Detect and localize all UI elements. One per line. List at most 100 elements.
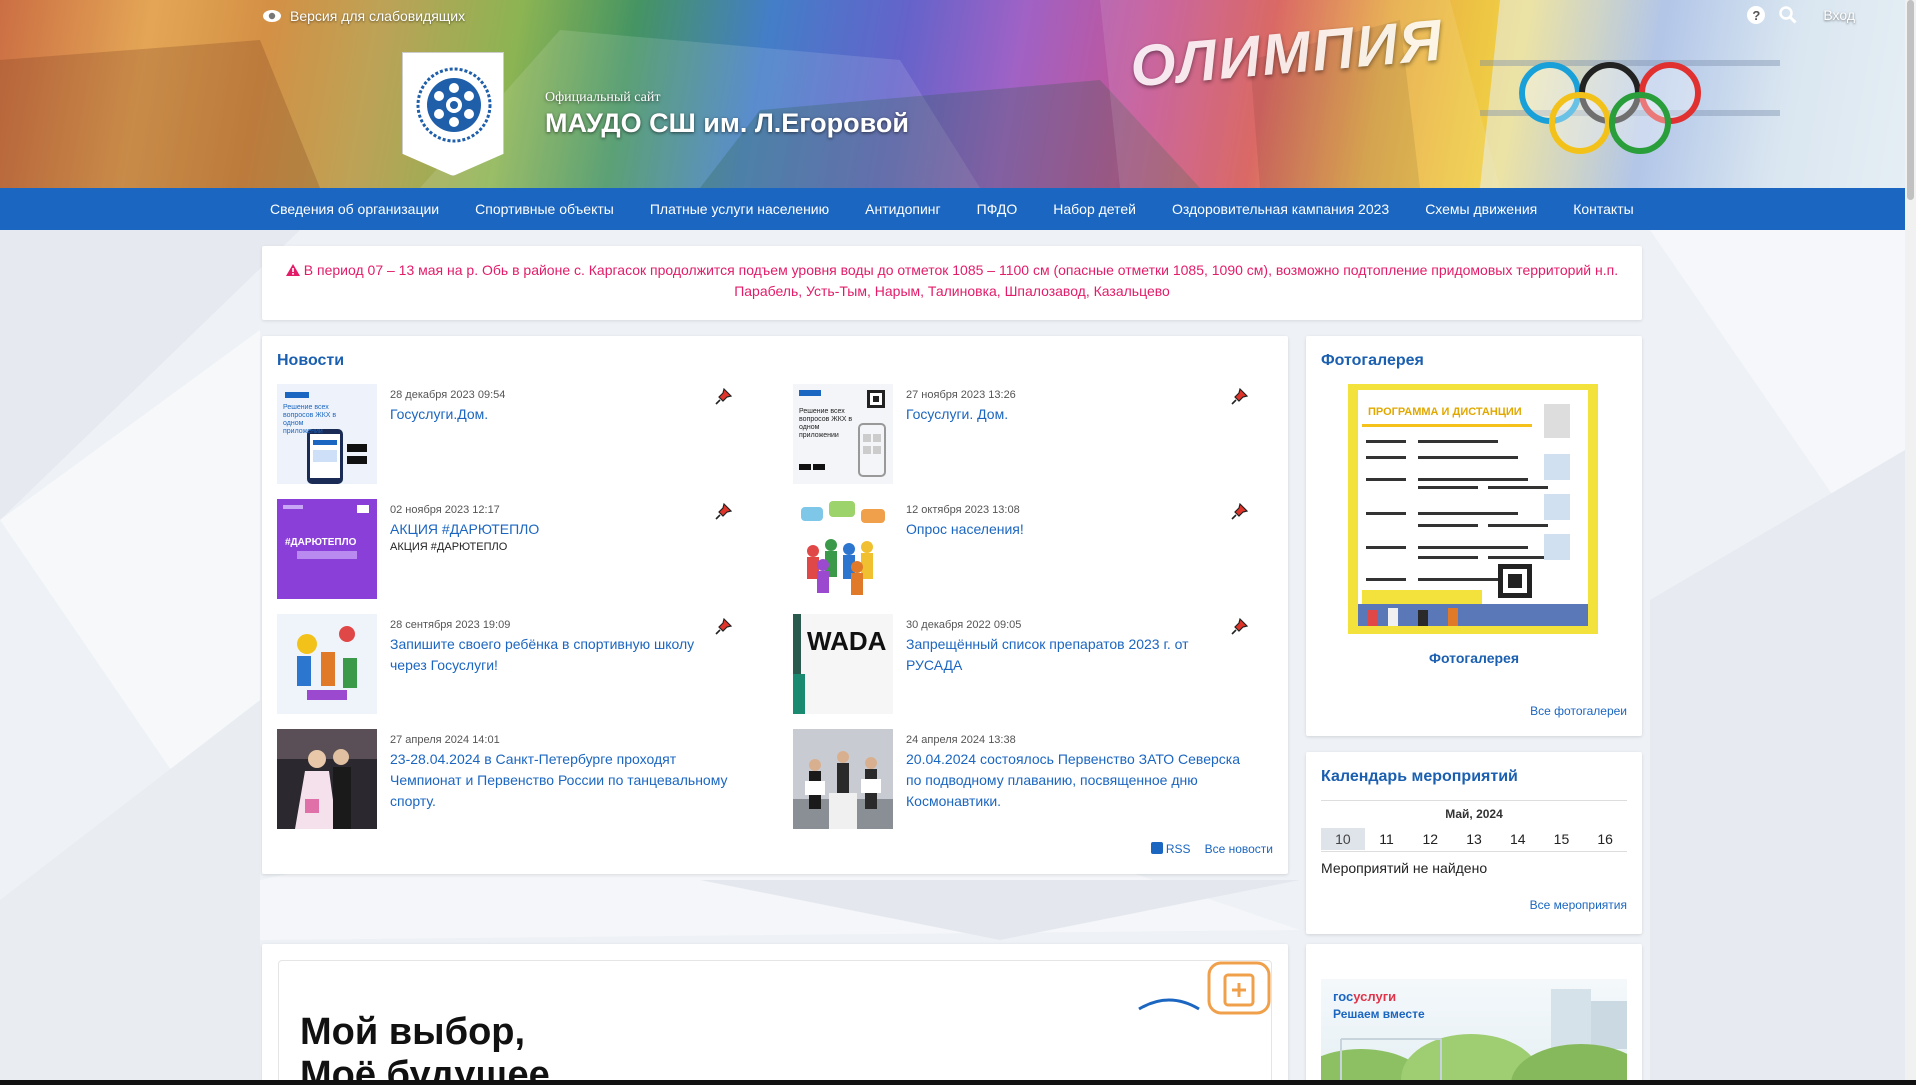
gallery-heading[interactable]: Фотогалерея [1321, 352, 1424, 370]
news-thumbnail[interactable] [277, 614, 377, 714]
gosuslugi-banner-panel: госуслуги Решаем вместе [1306, 944, 1642, 1085]
rss-label: RSS [1165, 842, 1191, 856]
pin-icon [715, 617, 733, 635]
nav-item-routes[interactable]: Схемы движения [1407, 188, 1555, 230]
page: ОЛИМПИЯ Версия для слабовидящих ? Вход О… [0, 0, 1905, 1085]
site-title[interactable]: МАУДО СШ им. Л.Егоровой [545, 108, 909, 139]
promo-banner-panel: Мой выбор, Моё будущее [262, 944, 1288, 1085]
nav-item-health-campaign[interactable]: Оздоровительная кампания 2023 [1154, 188, 1407, 230]
all-events-link[interactable]: Все мероприятия [1530, 898, 1627, 912]
thumb-caption: #ДАРЮТЕПЛО [285, 537, 357, 548]
news-title-link[interactable]: 23-28.04.2024 в Санкт-Петербурге проходя… [390, 749, 730, 812]
news-panel: Новости Решение всех вопросов ЖКХ в одно… [262, 336, 1288, 874]
nav-item-contacts[interactable]: Контакты [1555, 188, 1651, 230]
low-vision-link[interactable]: Версия для слабовидящих [262, 8, 465, 24]
calendar-day[interactable]: 12 [1408, 828, 1452, 850]
news-heading[interactable]: Новости [277, 352, 344, 370]
olympic-rings-logo [1519, 62, 1701, 154]
nav-item-sport-facilities[interactable]: Спортивные объекты [457, 188, 632, 230]
nav-item-paid-services[interactable]: Платные услуги населению [632, 188, 847, 230]
calendar-day-selected[interactable]: 10 [1321, 828, 1365, 850]
news-item: Решение всех вопросов ЖКХ в одном прилож… [277, 384, 747, 484]
news-thumbnail[interactable] [793, 729, 893, 829]
top-right-controls: ? Вход [1747, 6, 1855, 24]
news-item: 12 октября 2023 13:08 Опрос населения! [793, 499, 1263, 599]
nav-item-antidoping[interactable]: Антидопинг [847, 188, 959, 230]
flood-alert: В период 07 – 13 мая на р. Обь в районе … [262, 246, 1642, 320]
news-item: #ДАРЮТЕПЛО 02 ноября 2023 12:17 АКЦИЯ #Д… [277, 499, 747, 599]
warning-icon [285, 264, 300, 276]
thumb-caption: WADA [807, 626, 887, 656]
school-emblem-logo[interactable] [402, 52, 504, 176]
site-title-block: Официальный сайт МАУДО СШ им. Л.Егоровой [545, 90, 909, 139]
divider [1321, 851, 1627, 852]
site-subtitle: Официальный сайт [545, 90, 661, 105]
calendar-month: Май, 2024 [1445, 807, 1503, 821]
news-date: 28 сентября 2023 19:09 [390, 619, 511, 631]
scrollbar-thumb[interactable] [1907, 0, 1914, 200]
dance-photo-thumb-icon [277, 729, 377, 829]
news-thumbnail[interactable]: #ДАРЮТЕПЛО [277, 499, 377, 599]
login-link[interactable]: Вход [1823, 7, 1855, 23]
top-bar: Версия для слабовидящих ? Вход [0, 0, 1905, 32]
nav-item-enrollment[interactable]: Набор детей [1035, 188, 1154, 230]
pin-icon [1231, 502, 1249, 520]
calendar-day[interactable]: 14 [1496, 828, 1540, 850]
rss-icon [1150, 842, 1163, 854]
calendar-heading[interactable]: Календарь мероприятий [1321, 768, 1518, 786]
news-date: 30 декабря 2022 09:05 [906, 619, 1022, 631]
calendar-day[interactable]: 11 [1365, 828, 1409, 850]
window-bottom-edge [0, 1080, 1916, 1085]
news-thumbnail[interactable] [277, 729, 377, 829]
no-events-text: Мероприятий не найдено [1321, 860, 1488, 876]
news-footer: RSS Все новости [1150, 842, 1273, 856]
news-thumbnail[interactable]: Решение всех вопросов ЖКХ в одном прилож… [277, 384, 377, 484]
news-date: 12 октября 2023 13:08 [906, 504, 1020, 516]
events-calendar-panel: Календарь мероприятий Май, 2024 10 11 12… [1306, 752, 1642, 934]
news-thumbnail[interactable] [793, 499, 893, 599]
search-icon[interactable] [1779, 6, 1797, 24]
news-title-link[interactable]: Запишите своего ребёнка в спортивную шко… [390, 634, 730, 676]
calendar-days: 10 11 12 13 14 15 16 [1321, 828, 1627, 850]
nav-item-organization[interactable]: Сведения об организации [252, 188, 457, 230]
thumb-caption: Решение всех вопросов ЖКХ в одном прилож… [799, 408, 853, 439]
news-item: 24 апреля 2024 13:38 20.04.2024 состояло… [793, 729, 1263, 829]
news-title-link[interactable]: Опрос населения! [906, 519, 1246, 540]
news-date: 27 апреля 2024 14:01 [390, 734, 500, 746]
news-title-link[interactable]: Запрещённый список препаратов 2023 г. от… [906, 634, 1246, 676]
pin-icon [715, 387, 733, 405]
calendar-day[interactable]: 15 [1540, 828, 1584, 850]
news-thumbnail[interactable]: Решение всех вопросов ЖКХ в одном прилож… [793, 384, 893, 484]
gosuslugi-banner[interactable]: госуслуги Решаем вместе [1321, 979, 1627, 1085]
news-title-link[interactable]: АКЦИЯ #ДАРЮТЕПЛО [390, 519, 730, 540]
news-date: 02 ноября 2023 12:17 [390, 504, 500, 516]
news-title-link[interactable]: Госуслуги.Дом. [390, 404, 730, 425]
news-title-link[interactable]: 20.04.2024 состоялось Первенство ЗАТО Се… [906, 749, 1246, 812]
gosuslugi-logo-part1: гос [1333, 989, 1354, 1004]
pin-icon [1231, 387, 1249, 405]
thumb-caption: Решение всех вопросов ЖКХ в одном прилож… [283, 404, 337, 435]
vertical-scrollbar[interactable] [1905, 0, 1916, 1085]
help-icon[interactable]: ? [1747, 6, 1766, 24]
divider [1321, 800, 1627, 801]
gosuslugi-logo: госуслуги [1333, 989, 1396, 1004]
calendar-day[interactable]: 13 [1452, 828, 1496, 850]
news-title-link[interactable]: Госуслуги. Дом. [906, 404, 1246, 425]
main-nav: Сведения об организации Спортивные объек… [0, 188, 1905, 230]
photo-gallery-panel: Фотогалерея ПРОГРАММА И ДИСТАНЦИИ Фотога… [1306, 336, 1642, 736]
nav-item-pfdo[interactable]: ПФДО [959, 188, 1036, 230]
alert-text: В период 07 – 13 мая на р. Обь в районе … [303, 262, 1619, 299]
news-thumbnail[interactable]: WADA [793, 614, 893, 714]
eye-icon [263, 10, 281, 22]
rss-link[interactable]: RSS [1150, 842, 1191, 856]
gallery-image[interactable]: ПРОГРАММА И ДИСТАНЦИИ [1348, 384, 1598, 634]
news-item: Решение всех вопросов ЖКХ в одном прилож… [793, 384, 1263, 484]
promo-banner[interactable]: Мой выбор, Моё будущее [278, 960, 1272, 1085]
news-date: 27 ноября 2023 13:26 [906, 389, 1016, 401]
all-galleries-link[interactable]: Все фотогалереи [1530, 704, 1627, 718]
gallery-caption[interactable]: Фотогалерея [1306, 650, 1642, 666]
all-news-link[interactable]: Все новости [1205, 842, 1273, 856]
news-date: 24 апреля 2024 13:38 [906, 734, 1016, 746]
promo-line-1: Мой выбор, [300, 1011, 526, 1053]
calendar-day[interactable]: 16 [1583, 828, 1627, 850]
